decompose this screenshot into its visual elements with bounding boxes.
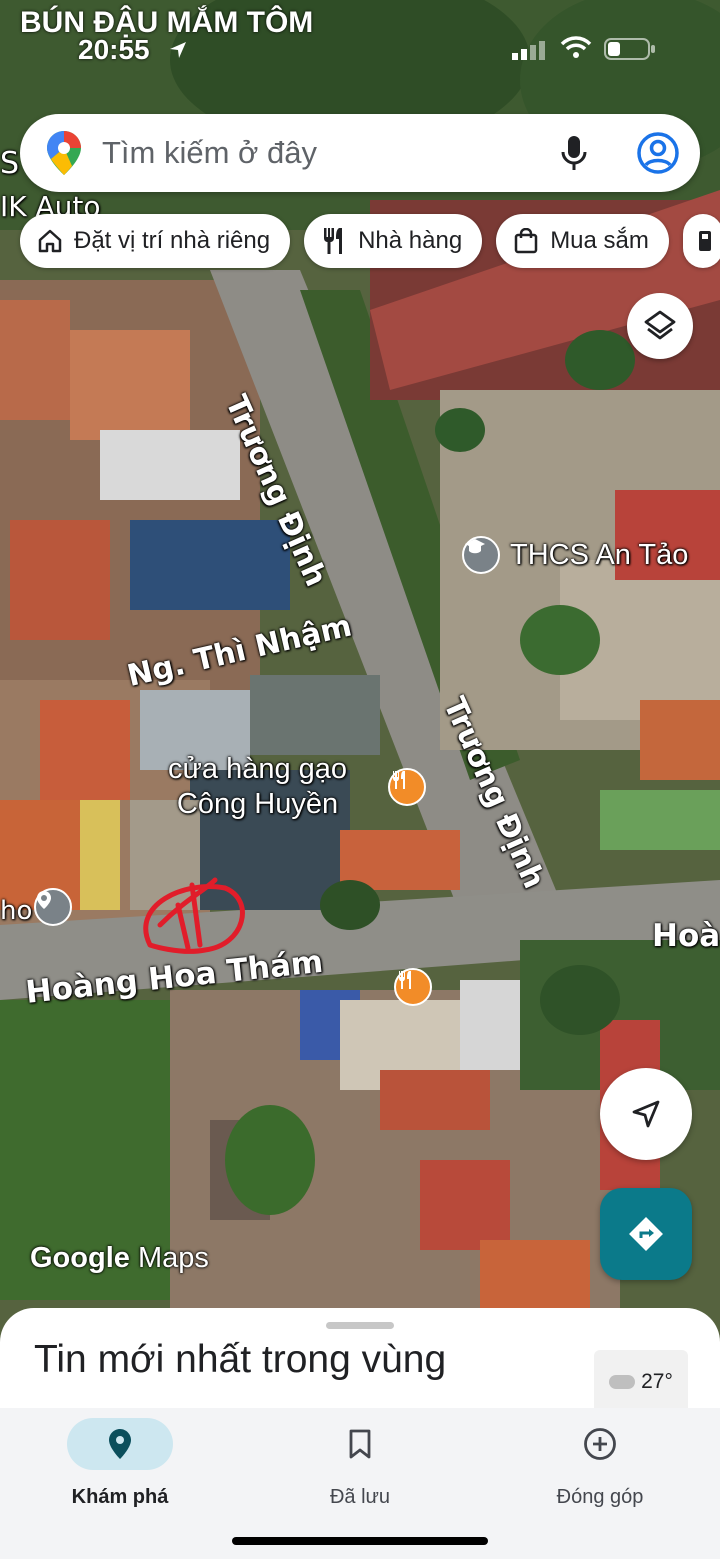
- gas-station-icon: [697, 227, 717, 255]
- nav-explore-pill: [67, 1418, 173, 1470]
- navigation-arrow-icon: [632, 1100, 660, 1128]
- search-bar[interactable]: Tìm kiếm ở đây: [20, 114, 700, 192]
- weather-temp: 27°: [641, 1370, 673, 1393]
- chip-home-label: Đặt vị trí nhà riêng: [74, 227, 271, 254]
- add-circle-icon: [584, 1428, 616, 1460]
- category-chips: Đặt vị trí nhà riêng Nhà hàng Mua sắm: [20, 214, 720, 268]
- account-icon[interactable]: [634, 129, 682, 177]
- layers-button[interactable]: [627, 293, 693, 359]
- restaurant-icon: [320, 227, 348, 255]
- sheet-drag-handle[interactable]: [326, 1322, 394, 1329]
- shopping-bag-icon: [512, 227, 540, 255]
- chip-more[interactable]: [682, 214, 720, 268]
- weather-badge[interactable]: 27°: [594, 1350, 688, 1414]
- wifi-icon: [560, 36, 592, 58]
- search-input[interactable]: Tìm kiếm ở đây: [102, 135, 554, 171]
- edge-label-s: S: [0, 146, 20, 181]
- chip-restaurants[interactable]: Nhà hàng: [304, 214, 483, 268]
- chip-restaurants-label: Nhà hàng: [358, 227, 463, 254]
- cloud-icon: [609, 1375, 636, 1389]
- chip-shopping-label: Mua sắm: [550, 227, 649, 254]
- my-location-button[interactable]: [600, 1068, 692, 1160]
- signal-icon: [512, 41, 545, 60]
- maps-pin-icon: [46, 130, 82, 176]
- restaurant-pin-icon-2[interactable]: [394, 968, 432, 1006]
- nav-explore-label: Khám phá: [71, 1486, 169, 1508]
- nav-saved-pill: [307, 1418, 413, 1470]
- nav-contribute-pill: [547, 1418, 653, 1470]
- mic-icon[interactable]: [554, 133, 594, 173]
- chip-shopping[interactable]: Mua sắm: [496, 214, 669, 268]
- status-bar: BÚN ĐẬU MẮM TÔM 20:55: [0, 0, 720, 65]
- street-label-hoa-edge: Hoà: [652, 918, 720, 954]
- bookmark-icon: [349, 1429, 371, 1459]
- status-time: 20:55: [78, 34, 150, 65]
- school-pin-icon[interactable]: [462, 536, 500, 574]
- chip-home[interactable]: Đặt vị trí nhà riêng: [20, 214, 291, 268]
- poi-label-line1: cửa hàng gạo: [168, 753, 348, 785]
- explore-pin-icon: [109, 1429, 131, 1459]
- poi-label-cua-hang-gao[interactable]: cửa hàng gạo Công Huyền: [168, 752, 347, 822]
- sheet-title: Tin mới nhất trong vùng: [34, 1338, 447, 1381]
- home-indicator[interactable]: [232, 1537, 488, 1545]
- restaurant-pin-icon[interactable]: [388, 768, 426, 806]
- location-arrow-icon: [170, 42, 186, 58]
- directions-button[interactable]: [600, 1188, 692, 1280]
- google-maps-watermark: Google Maps: [30, 1242, 209, 1274]
- directions-icon: [629, 1217, 663, 1251]
- nav-saved[interactable]: Đã lưu: [240, 1408, 480, 1528]
- nav-explore[interactable]: Khám phá: [0, 1408, 240, 1528]
- nav-contribute-label: Đóng góp: [556, 1486, 644, 1508]
- home-icon: [36, 227, 64, 255]
- nav-contribute[interactable]: Đóng góp: [480, 1408, 720, 1528]
- battery-icon: [604, 38, 655, 60]
- edge-label-ho: ho: [0, 896, 33, 926]
- back-to-app-label[interactable]: BÚN ĐẬU MẮM TÔM: [20, 6, 313, 40]
- nav-saved-label: Đã lưu: [329, 1486, 391, 1508]
- poi-label-line2: Công Huyền: [176, 787, 339, 820]
- place-pin-icon[interactable]: [34, 888, 72, 926]
- layers-icon: [644, 310, 676, 340]
- poi-label-thcs-an-tao[interactable]: THCS An Tảo: [510, 538, 688, 573]
